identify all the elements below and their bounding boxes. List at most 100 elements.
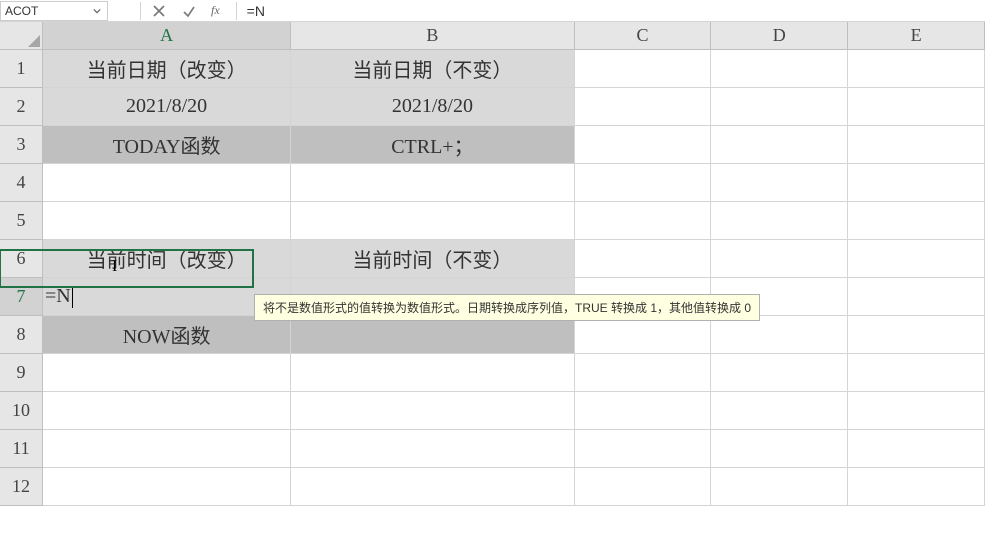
cell-C2[interactable] — [575, 88, 712, 126]
cell-A2[interactable]: 2021/8/20 — [43, 88, 291, 126]
cell-B6[interactable]: 当前时间（不变） — [291, 240, 574, 278]
cell-B4[interactable] — [291, 164, 574, 202]
name-box[interactable]: ACOT — [0, 1, 108, 21]
row-header-11[interactable]: 11 — [0, 430, 42, 468]
cell-E1[interactable] — [848, 50, 985, 88]
cell-C5[interactable] — [575, 202, 712, 240]
row-5 — [43, 202, 985, 240]
cell-D11[interactable] — [711, 430, 848, 468]
column-header-C[interactable]: C — [575, 22, 712, 49]
cell-E2[interactable] — [848, 88, 985, 126]
cell-A11[interactable] — [43, 430, 291, 468]
name-box-dropdown-icon[interactable] — [91, 5, 103, 17]
row-header-8[interactable]: 8 — [0, 316, 42, 354]
spreadsheet-grid: ABCDE 123456789101112 当前日期（改变）当前日期（不变）20… — [0, 22, 985, 540]
cell-A6[interactable]: 当前时间（改变） — [43, 240, 291, 278]
cell-B10[interactable] — [291, 392, 574, 430]
cell-D4[interactable] — [711, 164, 848, 202]
cell-D9[interactable] — [711, 354, 848, 392]
fx-icon[interactable]: fx — [211, 3, 220, 18]
cell-D8[interactable] — [711, 316, 848, 354]
column-header-E[interactable]: E — [848, 22, 985, 49]
cell-B5[interactable] — [291, 202, 574, 240]
cell-C8[interactable] — [575, 316, 712, 354]
cell-B2[interactable]: 2021/8/20 — [291, 88, 574, 126]
column-header-A[interactable]: A — [43, 22, 291, 49]
row-header-3[interactable]: 3 — [0, 126, 42, 164]
column-header-D[interactable]: D — [711, 22, 848, 49]
select-all-corner[interactable] — [0, 22, 43, 50]
cell-B3[interactable]: CTRL+； — [291, 126, 574, 164]
name-box-text: ACOT — [5, 4, 91, 18]
cell-C1[interactable] — [575, 50, 712, 88]
row-1: 当前日期（改变） 当前日期（不变） — [43, 50, 985, 88]
cell-A3[interactable]: TODAY函数 — [43, 126, 291, 164]
row-header-5[interactable]: 5 — [0, 202, 42, 240]
cell-D5[interactable] — [711, 202, 848, 240]
cell-C6[interactable] — [575, 240, 712, 278]
row-header-9[interactable]: 9 — [0, 354, 42, 392]
row-header-2[interactable]: 2 — [0, 88, 42, 126]
row-header-4[interactable]: 4 — [0, 164, 42, 202]
cell-C10[interactable] — [575, 392, 712, 430]
cell-A5[interactable] — [43, 202, 291, 240]
cell-B1[interactable]: 当前日期（不变） — [291, 50, 574, 88]
row-9 — [43, 354, 985, 392]
cell-D3[interactable] — [711, 126, 848, 164]
cell-A9[interactable] — [43, 354, 291, 392]
cell-E12[interactable] — [848, 468, 985, 506]
formula-bar: ACOT fx =N — [0, 0, 985, 22]
cell-C11[interactable] — [575, 430, 712, 468]
cell-A8[interactable]: NOW函数 — [43, 316, 291, 354]
formula-bar-buttons: fx — [145, 3, 232, 19]
cell-C4[interactable] — [575, 164, 712, 202]
row-2: 2021/8/20 2021/8/20 — [43, 88, 985, 126]
cell-E6[interactable] — [848, 240, 985, 278]
cell-D6[interactable] — [711, 240, 848, 278]
cell-D12[interactable] — [711, 468, 848, 506]
row-header-7[interactable]: 7 — [0, 278, 42, 316]
cell-B9[interactable] — [291, 354, 574, 392]
cell-C12[interactable] — [575, 468, 712, 506]
cell-C3[interactable] — [575, 126, 712, 164]
row-6: 当前时间（改变） 当前时间（不变） — [43, 240, 985, 278]
cell-E3[interactable] — [848, 126, 985, 164]
cell-C9[interactable] — [575, 354, 712, 392]
function-tooltip: 将不是数值形式的值转换为数值形式。日期转换成序列值，TRUE 转换成 1，其他值… — [254, 294, 760, 321]
row-header-1[interactable]: 1 — [0, 50, 42, 88]
enter-icon[interactable] — [181, 3, 197, 19]
cell-B12[interactable] — [291, 468, 574, 506]
row-header-12[interactable]: 12 — [0, 468, 42, 506]
cell-E5[interactable] — [848, 202, 985, 240]
row-12 — [43, 468, 985, 506]
cell-text: 2021/8/20 — [392, 95, 473, 118]
cell-text: 当前日期（改变） — [87, 54, 247, 83]
row-11 — [43, 430, 985, 468]
cell-E11[interactable] — [848, 430, 985, 468]
cell-D10[interactable] — [711, 392, 848, 430]
row-header-10[interactable]: 10 — [0, 392, 42, 430]
cell-B11[interactable] — [291, 430, 574, 468]
cell-E4[interactable] — [848, 164, 985, 202]
cell-B8[interactable] — [291, 316, 574, 354]
cell-text: 当前时间（不变） — [352, 244, 512, 273]
row-4 — [43, 164, 985, 202]
cell-E8[interactable] — [848, 316, 985, 354]
cell-text: 当前时间（改变） — [87, 244, 247, 273]
column-header-B[interactable]: B — [291, 22, 574, 49]
cell-D2[interactable] — [711, 88, 848, 126]
row-headers: 123456789101112 — [0, 50, 43, 506]
cell-text: CTRL+； — [391, 130, 473, 159]
cell-A12[interactable] — [43, 468, 291, 506]
cell-E9[interactable] — [848, 354, 985, 392]
cell-A1[interactable]: 当前日期（改变） — [43, 50, 291, 88]
cell-E7[interactable] — [848, 278, 985, 316]
row-header-6[interactable]: 6 — [0, 240, 42, 278]
cancel-icon[interactable] — [151, 3, 167, 19]
formula-input[interactable]: =N — [241, 0, 985, 21]
cell-D1[interactable] — [711, 50, 848, 88]
cell-A10[interactable] — [43, 392, 291, 430]
row-8: NOW函数 — [43, 316, 985, 354]
cell-E10[interactable] — [848, 392, 985, 430]
cell-A4[interactable] — [43, 164, 291, 202]
